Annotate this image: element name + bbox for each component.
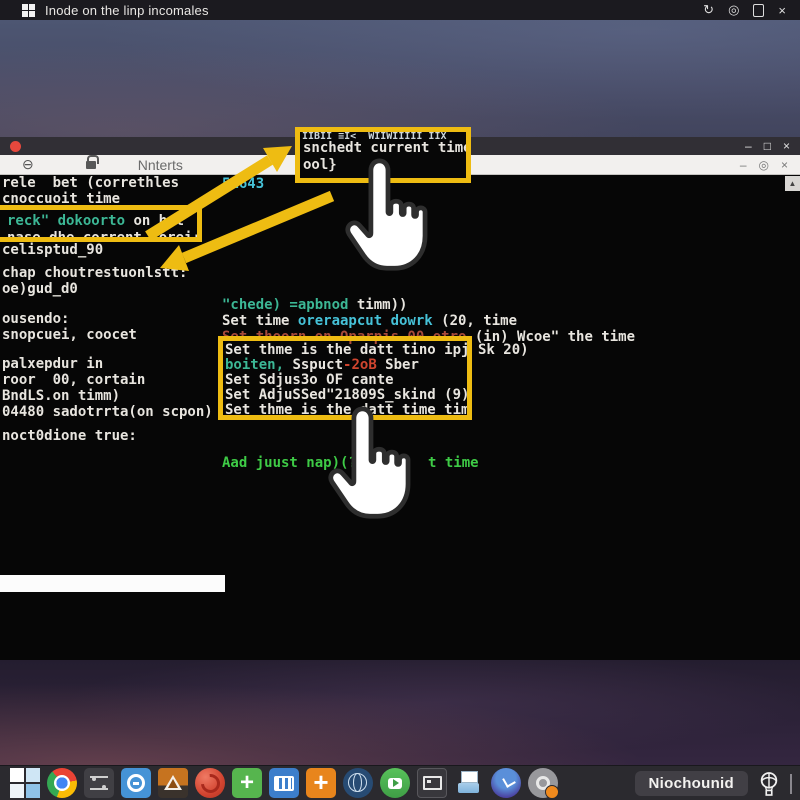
- taskbar: Niochounid: [0, 765, 800, 800]
- terminal-text: Sber: [377, 357, 419, 373]
- toolbar-title: Nnterts: [138, 157, 183, 173]
- minimize-icon[interactable]: –: [745, 139, 752, 153]
- terminal-line: boiten, Sspuct-2oB Sber: [225, 357, 419, 373]
- vm-title-bar: Inode on the linp incomales ↻ ◎ ×: [0, 0, 800, 20]
- reload-icon[interactable]: ↻: [703, 2, 714, 18]
- badge-icon[interactable]: ◎: [759, 158, 769, 172]
- terminal-text: -2oB: [343, 357, 377, 373]
- desktop-wallpaper-top: [0, 20, 800, 137]
- terminal-line: Sk 20): [478, 342, 529, 358]
- terminal-text-clipped: IIBII ≡I< WIIWIIIII IIX: [302, 131, 447, 139]
- clock-icon[interactable]: [491, 768, 521, 798]
- copy-icon[interactable]: [753, 4, 764, 17]
- terminal-line: Set AdjuSSed"21809S_skind (9): [225, 387, 469, 403]
- terminal-text: timm)): [357, 297, 408, 313]
- badge-icon[interactable]: ◎: [728, 2, 739, 18]
- window-icon[interactable]: [417, 768, 447, 798]
- terminal-line: nase dhe corrent corei:o: [7, 230, 202, 242]
- desktop-wallpaper-bottom: [0, 660, 800, 765]
- terminal-text: Sspuct: [284, 357, 343, 373]
- web-red-icon[interactable]: [195, 768, 225, 798]
- terminal-line: Set thme is the datt tino ipjik: [225, 342, 472, 358]
- terminal-line: 04480 sadotrrta(on scpon): [2, 404, 213, 420]
- files-icon[interactable]: [454, 768, 484, 798]
- close-dot-icon[interactable]: [10, 141, 21, 152]
- terminal-text: boiten,: [225, 357, 284, 373]
- terminal-line: roor 00, cortain: [2, 372, 145, 388]
- vm-window-title: Inode on the linp incomales: [45, 3, 209, 18]
- terminal-line: "chede) =apbnod timm)): [222, 297, 407, 313]
- terminal-line: ousendo:: [2, 311, 69, 327]
- highlight-box-check-command: reck" dokoorto on bet nase dhe corrent c…: [0, 205, 202, 242]
- kanban-icon[interactable]: [269, 768, 299, 798]
- terminal-text: (20, time: [433, 313, 517, 329]
- terminal-line: Set time oreraapcut dowrk (20, time: [222, 313, 517, 329]
- terminal-line: rele bet (correthles: [2, 175, 179, 191]
- media-icon[interactable]: [121, 768, 151, 798]
- tweaks-icon[interactable]: [84, 768, 114, 798]
- screen: Inode on the linp incomales ↻ ◎ × Set th…: [0, 0, 800, 800]
- taskbar-search-button[interactable]: Niochounid: [635, 771, 749, 796]
- installer-icon[interactable]: [158, 768, 188, 798]
- terminal-text: oreraapcut dowrk: [298, 313, 433, 329]
- terminal-line: snchedt current time": [303, 140, 471, 156]
- balloon-icon[interactable]: [758, 771, 780, 797]
- back-icon[interactable]: ⊖: [22, 156, 34, 173]
- terminal-line: t time: [428, 455, 479, 471]
- pointer-hand-cursor: [328, 406, 414, 520]
- add-green-icon[interactable]: [232, 768, 262, 798]
- terminal-line: celisptud_90: [2, 242, 103, 258]
- terminal-text: Set time: [222, 313, 298, 329]
- minimize-icon[interactable]: –: [740, 158, 747, 172]
- terminal-line: palxepdur in: [2, 356, 103, 372]
- terminal-line: chap choutrestuonlstt:: [2, 265, 187, 281]
- chat-icon[interactable]: [380, 768, 410, 798]
- start-icon[interactable]: [10, 768, 40, 798]
- terminal-text: reck" dokoorto: [7, 213, 133, 229]
- health-icon[interactable]: [306, 768, 336, 798]
- taskbar-separator: [790, 774, 792, 794]
- pointer-hand-cursor: [345, 158, 431, 272]
- app-grid-icon[interactable]: [22, 4, 35, 17]
- terminal-line: reck" dokoorto on bet: [7, 213, 184, 229]
- scroll-up-arrow[interactable]: ▲: [785, 176, 800, 191]
- terminal-line: oe)gud_d0: [2, 281, 78, 297]
- terminal-line: noct0dione true:: [2, 428, 137, 444]
- chrome-icon[interactable]: [47, 768, 77, 798]
- terminal-line: Set Sdjus3o OF cante: [225, 372, 394, 388]
- terminal-line: 51643: [222, 176, 264, 192]
- terminal-line: BndLS.on timm): [2, 388, 120, 404]
- terminal-text: "chede) =apbnod: [222, 297, 357, 313]
- close-icon[interactable]: ×: [778, 3, 786, 18]
- terminal-text: on bet: [133, 213, 184, 229]
- terminal-selection-bar: [0, 575, 225, 592]
- maximize-icon[interactable]: □: [764, 139, 771, 153]
- terminal-line: ool}: [303, 157, 337, 173]
- status-icon[interactable]: [528, 768, 558, 798]
- globe-icon[interactable]: [343, 768, 373, 798]
- close-icon[interactable]: ×: [781, 158, 788, 172]
- terminal-line: snopcuei, coocet: [2, 327, 137, 343]
- lock-icon: [86, 161, 96, 169]
- close-icon[interactable]: ×: [783, 139, 790, 153]
